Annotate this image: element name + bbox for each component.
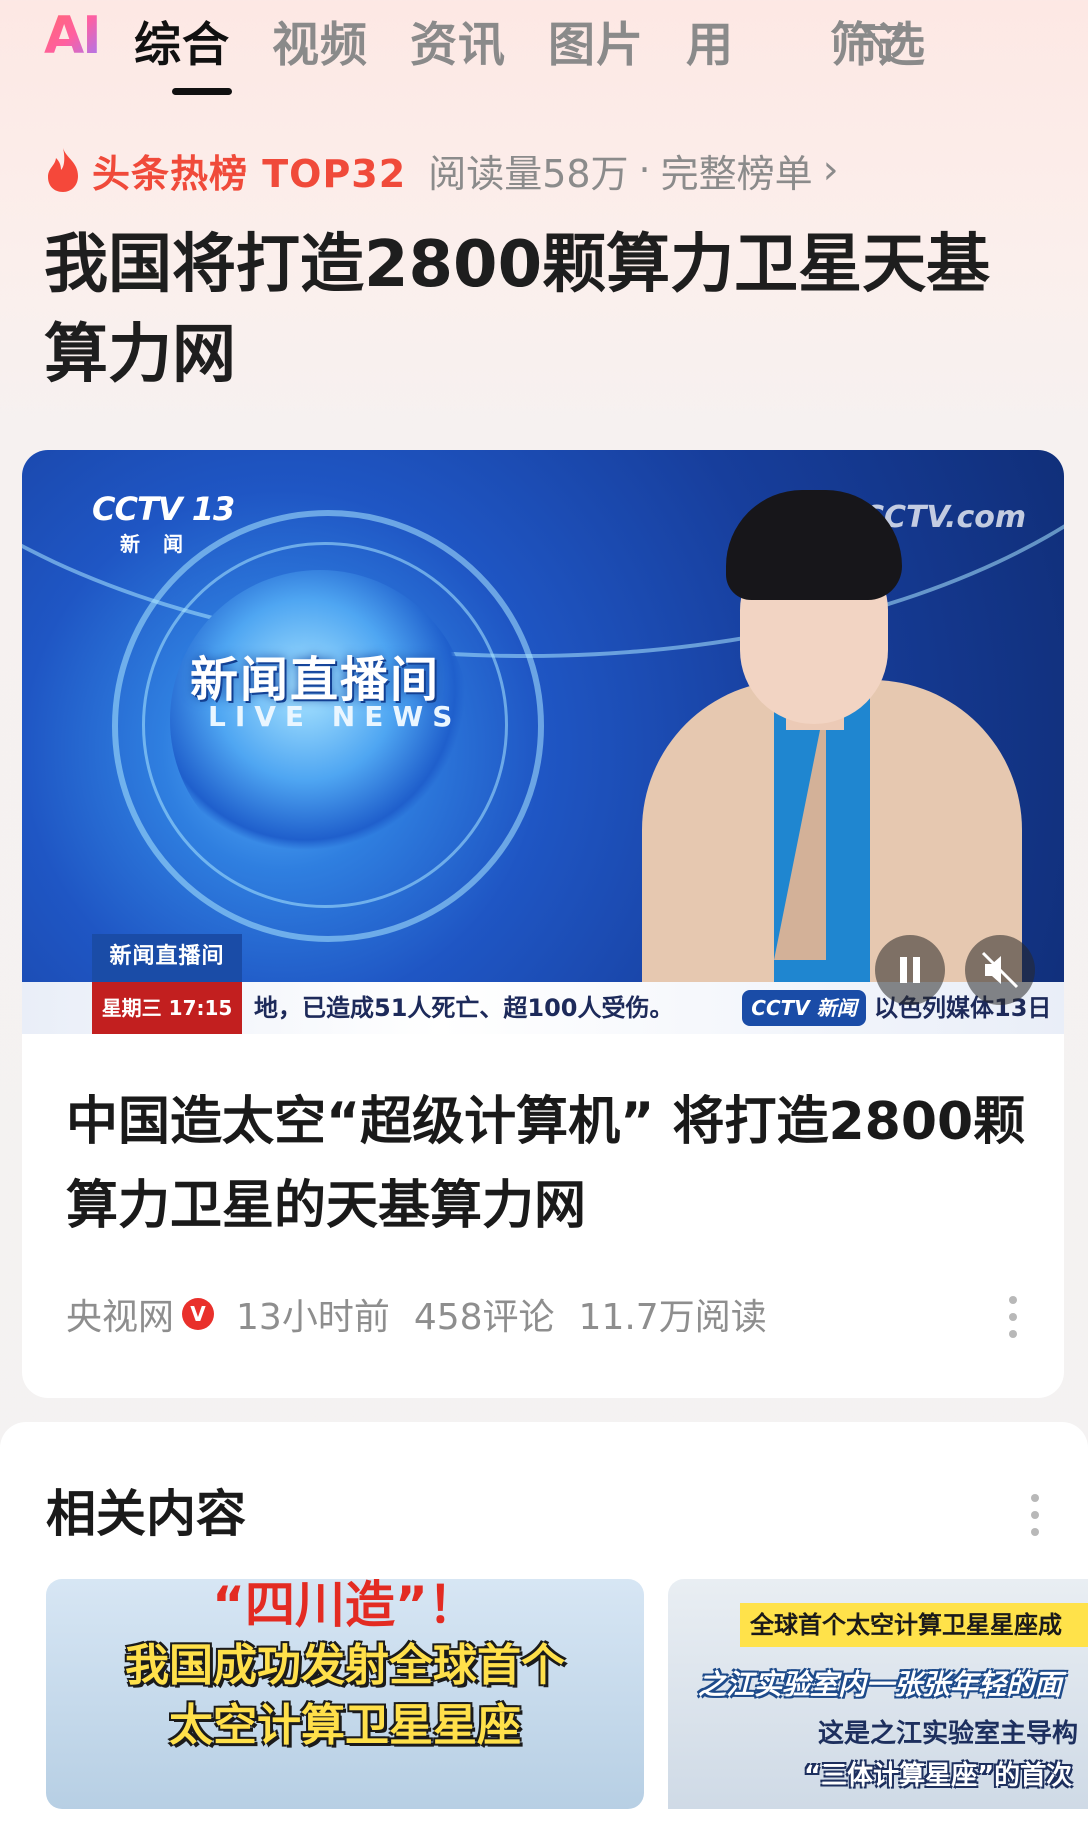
- news-card[interactable]: CCTV 13 新 闻 新闻直播间 LIVE NEWS CCTV.com 新闻直…: [22, 450, 1064, 1398]
- related-item-2[interactable]: 全球首个太空计算卫星星座成 之江实验室内一张张年轻的面 这是之江实验室主导构 “…: [668, 1579, 1088, 1809]
- hot-rank-reads: 阅读量58万: [428, 151, 629, 196]
- tab-video[interactable]: 视频: [272, 6, 368, 75]
- thumb1-line2: 我国成功发射全球首个: [125, 1640, 565, 1691]
- video-player[interactable]: CCTV 13 新 闻 新闻直播间 LIVE NEWS CCTV.com 新闻直…: [22, 450, 1064, 1034]
- more-options-icon[interactable]: [1008, 1296, 1018, 1347]
- page-headline[interactable]: 我国将打造2800颗算力卫星天基算力网: [44, 220, 1044, 400]
- ticker-cctv-logo: CCTV 新闻: [742, 990, 866, 1026]
- thumb2-line2: 之江实验室内一张张年轻的面: [698, 1668, 1063, 1701]
- verified-icon: V: [182, 1298, 215, 1330]
- cctv13-logo: CCTV 13 新 闻: [92, 490, 235, 556]
- ticker-program-logo: 新闻直播间: [92, 934, 242, 982]
- thumb2-line1: 全球首个太空计算卫星星座成: [740, 1603, 1088, 1647]
- chevron-right-icon: ›: [822, 147, 839, 193]
- tab-images[interactable]: 图片: [548, 6, 644, 75]
- thumb2-line4: “三体计算星座”的首次: [804, 1761, 1073, 1791]
- hot-rank-row[interactable]: 头条热榜 TOP32 阅读量58万 · 完整榜单 ›: [44, 140, 839, 200]
- publish-time: 13小时前: [236, 1297, 390, 1338]
- hot-rank-label: 头条热榜 TOP32: [92, 151, 407, 196]
- related-section: 相关内容 “四川造”！ 我国成功发射全球首个 太空计算卫星星座 全球首个太空计算…: [0, 1422, 1088, 1822]
- tab-general[interactable]: 综合: [134, 6, 230, 75]
- tab-news[interactable]: 资讯: [410, 6, 506, 75]
- anchor-lapel: [722, 700, 826, 960]
- related-more-icon[interactable]: [1030, 1494, 1040, 1545]
- mute-button[interactable]: [965, 935, 1035, 1005]
- program-subtitle: LIVE NEWS: [208, 700, 462, 733]
- flame-icon: [48, 148, 78, 192]
- separator-dot: ·: [638, 148, 651, 192]
- top-tab-bar: AI 综合 视频 资讯 图片 用 筛选: [0, 0, 1088, 100]
- ai-tab[interactable]: AI: [44, 6, 102, 66]
- article-title[interactable]: 中国造太空“超级计算机” 将打造2800颗算力卫星的天基算力网: [66, 1080, 1026, 1248]
- filter-button[interactable]: 筛选: [830, 6, 926, 75]
- ticker-time: 星期三 17:15: [92, 982, 242, 1034]
- active-tab-indicator: [172, 88, 232, 95]
- mute-icon: [981, 951, 1019, 989]
- tab-use[interactable]: 用: [686, 6, 734, 75]
- related-title: 相关内容: [46, 1485, 246, 1543]
- ticker-text: 地，已造成51人死亡、超100人受伤。: [254, 994, 674, 1022]
- article-meta: 央视网 V 13小时前 458评论 11.7万阅读: [66, 1288, 767, 1340]
- comment-count: 458评论: [413, 1297, 555, 1338]
- pause-button[interactable]: [875, 935, 945, 1005]
- full-list-link[interactable]: 完整榜单: [661, 143, 813, 198]
- pause-icon: [900, 957, 920, 983]
- source-name[interactable]: 央视网: [66, 1288, 174, 1340]
- thumb1-line3: 太空计算卫星星座: [169, 1700, 521, 1751]
- thumb2-line3: 这是之江实验室主导构: [818, 1719, 1079, 1749]
- related-item-1[interactable]: “四川造”！ 我国成功发射全球首个 太空计算卫星星座: [46, 1579, 644, 1809]
- read-count: 11.7万阅读: [578, 1297, 767, 1338]
